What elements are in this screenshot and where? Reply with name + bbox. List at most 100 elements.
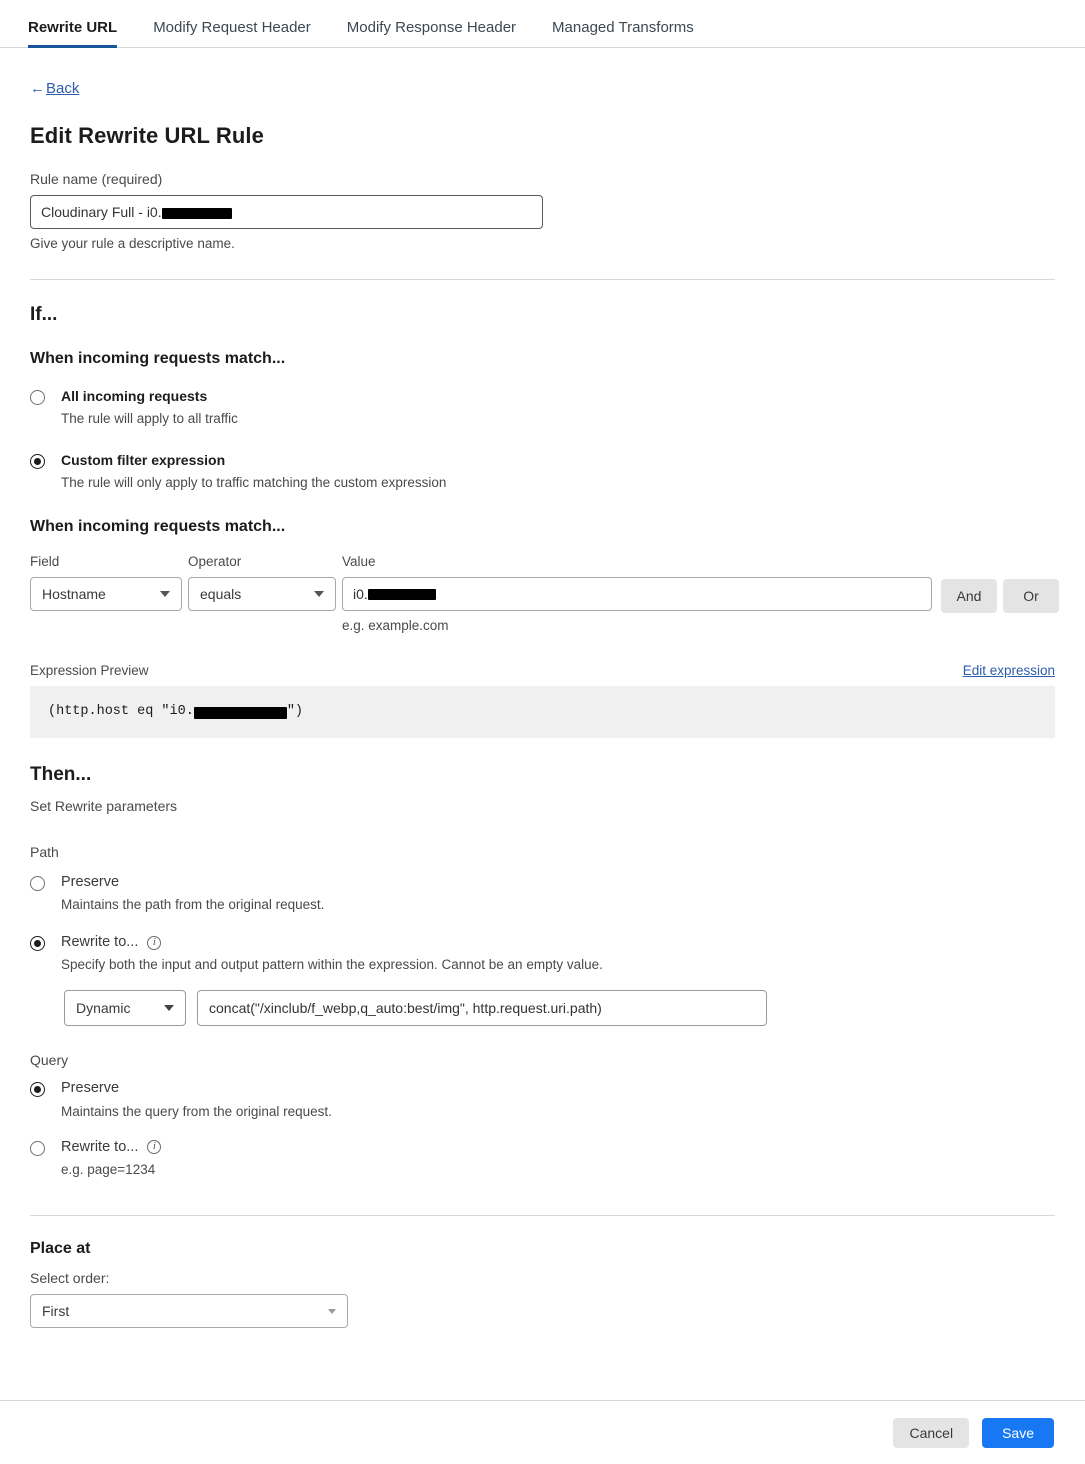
path-expression-input[interactable]: concat("/xinclub/f_webp,q_auto:best/img"… <box>197 990 767 1027</box>
page-content: ← Back Edit Rewrite URL Rule Rule name (… <box>0 80 1085 1329</box>
radio-description: The rule will apply to all traffic <box>61 410 238 426</box>
tab-modify-request-header[interactable]: Modify Request Header <box>153 20 311 47</box>
radio-title: Rewrite to... i <box>61 934 603 951</box>
if-section-subheading: When incoming requests match... <box>30 350 286 367</box>
radio-body: All incoming requests The rule will appl… <box>61 388 238 426</box>
filter-heading: When incoming requests match... <box>30 517 286 535</box>
radio-icon[interactable] <box>30 1140 45 1156</box>
radio-description: Maintains the path from the original req… <box>61 896 325 912</box>
radio-title: Preserve <box>61 1080 120 1097</box>
radio-option-path-preserve[interactable]: Preserve Maintains the path from the ori… <box>30 874 1055 912</box>
page-title: Edit Rewrite URL Rule <box>30 123 264 148</box>
rule-name-label: Rule name (required) <box>30 171 163 187</box>
rule-name-value: Cloudinary Full - i0. <box>41 204 162 220</box>
radio-body: Custom filter expression The rule will o… <box>61 452 446 490</box>
info-icon[interactable]: i <box>147 1140 162 1155</box>
arrow-left-icon: ← <box>30 80 45 97</box>
radio-title-text: Rewrite to... <box>61 933 139 950</box>
radio-title: Custom filter expression <box>61 451 226 468</box>
expression-preview-header: Expression Preview Edit expression <box>30 663 1055 678</box>
radio-option-query-preserve[interactable]: Preserve Maintains the query from the or… <box>30 1080 1055 1119</box>
redaction-bar <box>193 706 287 719</box>
save-button[interactable]: Save <box>982 1417 1054 1448</box>
path-rewrite-row: Dynamic concat("/xinclub/f_webp,q_auto:b… <box>64 990 1055 1027</box>
redaction-bar <box>161 207 232 219</box>
path-mode-value: Dynamic <box>76 1000 131 1017</box>
value-label: Value <box>342 553 376 569</box>
value-hint: e.g. example.com <box>342 617 449 633</box>
chevron-down-icon <box>160 590 170 597</box>
select-order-label: Select order: <box>30 1270 110 1287</box>
radio-option-custom-filter-expression[interactable]: Custom filter expression The rule will o… <box>30 452 1055 490</box>
tab-managed-transforms[interactable]: Managed Transforms <box>552 20 694 47</box>
rule-name-input[interactable]: Cloudinary Full - i0. <box>30 195 543 229</box>
radio-description: Specify both the input and output patter… <box>61 957 603 973</box>
back-row: ← Back <box>30 80 1055 97</box>
path-label: Path <box>30 843 59 860</box>
radio-description: The rule will only apply to traffic matc… <box>61 474 447 490</box>
radio-body: Preserve Maintains the path from the ori… <box>61 874 324 912</box>
value-input-value: i0. <box>353 585 368 602</box>
operator-select[interactable]: equals <box>188 576 336 611</box>
rule-name-hint: Give your rule a descriptive name. <box>30 236 235 251</box>
redaction-bar <box>367 589 436 601</box>
field-select[interactable]: Hostname <box>30 576 182 611</box>
radio-icon[interactable] <box>30 935 45 951</box>
expression-suffix: ") <box>286 704 304 720</box>
radio-option-path-rewrite-to[interactable]: Rewrite to... i Specify both the input a… <box>30 934 1055 972</box>
value-input[interactable]: i0. <box>342 576 932 611</box>
radio-description: e.g. page=1234 <box>61 1162 156 1178</box>
footer-actions: Cancel Save <box>0 1400 1085 1464</box>
cancel-button[interactable]: Cancel <box>893 1417 970 1448</box>
path-expression-value: concat("/xinclub/f_webp,q_auto:best/img"… <box>209 1000 602 1017</box>
or-button[interactable]: Or <box>1003 578 1059 613</box>
value-column: Value i0. e.g. example.com <box>342 554 932 633</box>
back-link[interactable]: ← Back <box>30 80 79 97</box>
field-column: Field Hostname <box>30 554 182 611</box>
radio-option-all-incoming-requests[interactable]: All incoming requests The rule will appl… <box>30 388 1055 426</box>
radio-icon[interactable] <box>30 1082 45 1098</box>
radio-body: Rewrite to... i Specify both the input a… <box>61 934 603 972</box>
query-label: Query <box>30 1052 69 1069</box>
expression-prefix: (http.host eq "i0. <box>48 704 194 720</box>
operator-select-value: equals <box>200 585 242 602</box>
radio-option-query-rewrite-to[interactable]: Rewrite to... i e.g. page=1234 <box>30 1139 1055 1177</box>
field-select-value: Hostname <box>42 585 106 602</box>
back-label: Back <box>46 80 80 97</box>
filter-row: Field Hostname Operator equals Value i0.… <box>30 554 1059 633</box>
tab-modify-response-header[interactable]: Modify Response Header <box>347 20 516 47</box>
chevron-down-icon <box>164 1005 174 1012</box>
order-select[interactable]: First <box>30 1294 348 1329</box>
order-select-value: First <box>42 1303 70 1320</box>
if-section-heading: If... <box>30 304 58 325</box>
logic-buttons: And Or <box>941 578 1059 613</box>
radio-title: Rewrite to... i <box>61 1138 162 1156</box>
radio-body: Preserve Maintains the query from the or… <box>61 1080 332 1118</box>
tabbar: Rewrite URL Modify Request Header Modify… <box>0 0 1085 48</box>
chevron-down-icon <box>314 590 324 597</box>
chevron-down-icon <box>328 1308 336 1314</box>
then-section-heading: Then... <box>30 763 92 785</box>
path-mode-select[interactable]: Dynamic <box>64 990 186 1027</box>
field-label: Field <box>30 553 60 569</box>
expression-preview-box: (http.host eq "i0. ") <box>30 685 1055 738</box>
edit-expression-link[interactable]: Edit expression <box>963 663 1055 678</box>
radio-title: Preserve <box>61 873 120 890</box>
radio-icon[interactable] <box>30 390 45 405</box>
radio-body: Rewrite to... i e.g. page=1234 <box>61 1138 162 1178</box>
radio-description: Maintains the query from the original re… <box>61 1103 332 1119</box>
info-icon[interactable]: i <box>147 935 162 950</box>
then-section-subheading: Set Rewrite parameters <box>30 797 178 814</box>
and-button[interactable]: And <box>941 578 997 613</box>
tab-rewrite-url[interactable]: Rewrite URL <box>28 20 118 48</box>
radio-title-text: Rewrite to... <box>61 1138 139 1155</box>
expression-preview-label: Expression Preview <box>30 662 149 678</box>
radio-icon[interactable] <box>30 875 45 891</box>
place-at-heading: Place at <box>30 1240 91 1258</box>
divider-1 <box>30 279 1055 280</box>
radio-title: All incoming requests <box>61 388 208 404</box>
operator-label: Operator <box>188 553 242 569</box>
operator-column: Operator equals <box>182 554 336 611</box>
divider-2 <box>30 1215 1055 1217</box>
radio-icon[interactable] <box>30 453 45 469</box>
